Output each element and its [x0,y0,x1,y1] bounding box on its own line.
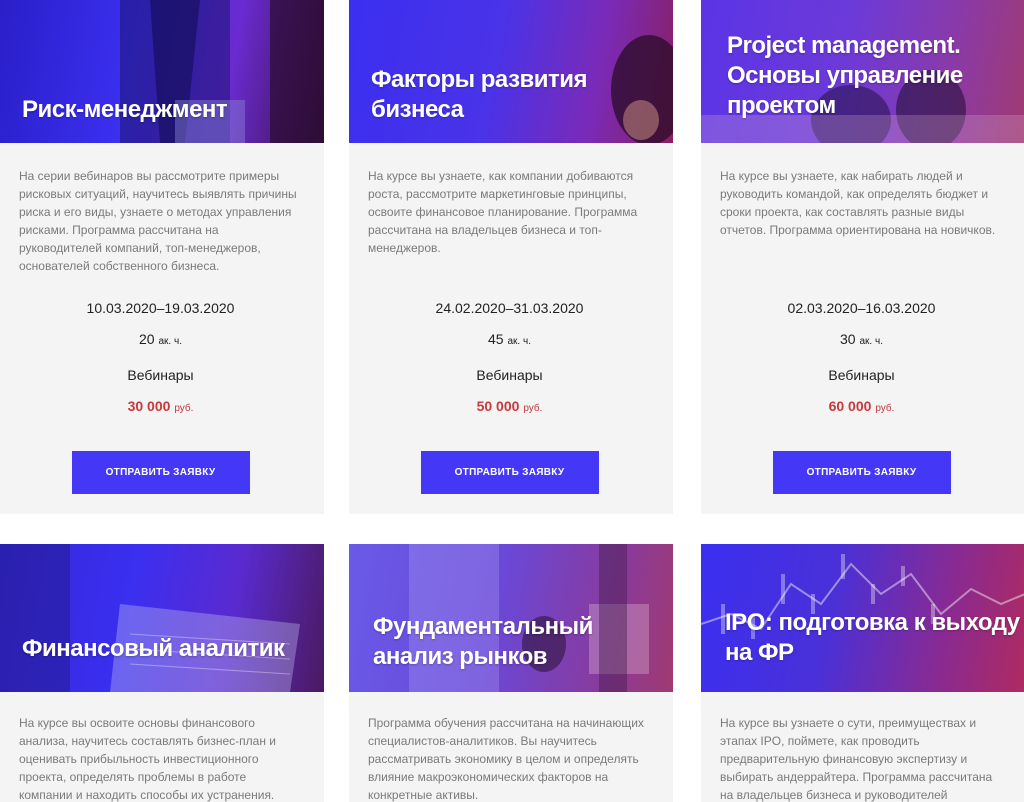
price-unit: руб. [875,403,895,414]
course-price: 30 000 руб. [19,397,302,418]
course-hours: 45 ак. ч. [368,330,651,351]
price-unit: руб. [523,403,543,414]
submit-application-button[interactable]: ОТПРАВИТЬ ЗАЯВКУ [772,451,951,494]
course-title: Финансовый аналитик [22,635,285,662]
course-format: Вебинары [476,367,543,383]
course-format: Вебинары [127,367,194,383]
laptop-spreadsheet-illustration [0,544,300,692]
course-image: Факторы развития бизнеса [349,0,673,143]
price-value: 50 000 [476,398,520,414]
course-title: Риск-менеджмент [22,96,228,123]
course-image: Project management. Основы управление пр… [701,0,1024,143]
course-card-financial-analyst[interactable]: Финансовый аналитик На курсе вы освоите … [0,544,324,802]
course-title: IPO: подготовка к выходу на ФР [725,609,1020,666]
hours-value: 45 [488,331,504,347]
course-description: На серии вебинаров вы рассмотрите пример… [19,169,297,273]
course-hours: 30 ак. ч. [720,330,1003,351]
course-hours: 20 ак. ч. [19,330,302,351]
course-description: На курсе вы освоите основы финансового а… [19,716,277,802]
course-card-business-development[interactable]: Факторы развития бизнеса На курсе вы узн… [349,0,673,514]
course-card-risk-management[interactable]: Риск-менеджмент На серии вебинаров вы ра… [0,0,324,514]
course-dates: 10.03.2020–19.03.2020 [86,300,235,316]
course-card-ipo[interactable]: IPO: подготовка к выходу на ФР На курсе … [701,544,1024,802]
course-dates: 02.03.2020–16.03.2020 [787,300,936,316]
hours-unit: ак. ч. [507,336,531,347]
course-description: Программа обучения рассчитана на начинаю… [368,716,644,802]
submit-application-button[interactable]: ОТПРАВИТЬ ЗАЯВКУ [71,451,250,494]
course-image: IPO: подготовка к выходу на ФР [701,544,1024,692]
course-price: 60 000 руб. [720,397,1003,418]
course-dates: 24.02.2020–31.03.2020 [435,300,584,316]
price-unit: руб. [174,403,194,414]
course-title: Фундаментальный анализ рынков [373,613,593,670]
course-image: Фундаментальный анализ рынков [349,544,673,692]
course-description: На курсе вы узнаете о сути, преимущества… [720,716,993,802]
submit-application-button[interactable]: ОТПРАВИТЬ ЗАЯВКУ [420,451,599,494]
price-value: 30 000 [127,398,171,414]
course-image: Финансовый аналитик [0,544,324,692]
course-title: Project management. Основы управление пр… [727,32,963,119]
course-title: Факторы развития бизнеса [371,66,588,123]
course-price: 50 000 руб. [368,397,651,418]
hours-value: 30 [840,331,856,347]
hours-value: 20 [139,331,155,347]
course-description: На курсе вы узнаете, как компании добива… [368,169,638,255]
price-value: 60 000 [828,398,872,414]
hours-unit: ак. ч. [158,336,182,347]
course-format: Вебинары [828,367,895,383]
course-image: Риск-менеджмент [0,0,324,143]
hours-unit: ак. ч. [859,336,883,347]
course-card-project-management[interactable]: Project management. Основы управление пр… [701,0,1024,514]
course-card-fundamental-analysis[interactable]: Фундаментальный анализ рынков Программа … [349,544,673,802]
course-description: На курсе вы узнаете, как набирать людей … [720,169,996,237]
